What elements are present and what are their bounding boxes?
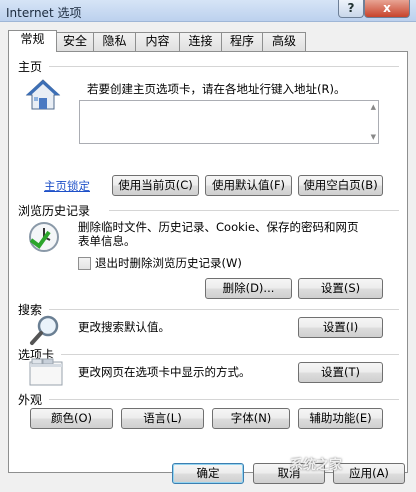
use-current-button[interactable]: 使用当前页(C) (112, 175, 199, 196)
section-divider (49, 309, 399, 310)
ok-button[interactable]: 确定 (172, 463, 244, 484)
delete-on-exit-checkbox[interactable] (78, 257, 91, 270)
delete-on-exit-label[interactable]: 退出时删除浏览历史记录(W) (95, 256, 242, 271)
tab-privacy[interactable]: 隐私 (93, 32, 136, 51)
tabs-window-icon (29, 358, 63, 386)
window-title: Internet 选项 (6, 6, 82, 20)
tab-security[interactable]: 安全 (56, 32, 94, 51)
title-bar: Internet 选项 ? x (0, 0, 416, 22)
tabs-description: 更改网页在选项卡中显示的方式。 (78, 365, 251, 379)
home-lock-link[interactable]: 主页锁定 (44, 178, 90, 194)
close-button[interactable]: x (364, 0, 410, 18)
history-clock-icon (29, 222, 59, 252)
scroll-down-icon[interactable]: ▼ (371, 133, 376, 141)
history-description-line2: 表单信息。 (78, 234, 136, 248)
tab-connections[interactable]: 连接 (179, 32, 222, 51)
section-divider (61, 354, 399, 355)
section-divider (49, 399, 399, 400)
watermark: 系统之家 (290, 458, 343, 473)
home-section-title: 主页 (18, 60, 43, 74)
search-settings-button[interactable]: 设置(I) (298, 317, 383, 338)
home-url-textarea[interactable]: ▲ ▼ (79, 100, 379, 144)
appearance-section-title: 外观 (18, 393, 43, 407)
scroll-up-icon[interactable]: ▲ (371, 103, 376, 111)
use-blank-button[interactable]: 使用空白页(B) (298, 175, 383, 196)
use-default-button[interactable]: 使用默认值(F) (205, 175, 292, 196)
history-description-line1: 删除临时文件、历史记录、Cookie、保存的密码和网页 (78, 220, 359, 234)
tabs-settings-button[interactable]: 设置(T) (298, 362, 383, 383)
magnifier-icon (30, 315, 59, 345)
general-panel: 主页 若要创建主页选项卡，请在各地址行键入地址(R)。 ▲ ▼ 主页锁定 使用当… (8, 51, 408, 473)
history-section-title: 浏览历史记录 (18, 204, 91, 218)
home-icon (25, 79, 61, 110)
dialog-client: 常规 安全 隐私 内容 连接 程序 高级 主页 若要创建主页选项卡，请在各地址行… (0, 22, 416, 492)
colors-button[interactable]: 颜色(O) (30, 408, 113, 429)
apply-button[interactable]: 应用(A) (333, 463, 405, 484)
delete-history-button[interactable]: 删除(D)... (205, 278, 292, 299)
help-button[interactable]: ? (338, 0, 364, 18)
tab-general[interactable]: 常规 (8, 30, 57, 52)
tab-content[interactable]: 内容 (135, 32, 180, 51)
section-divider (49, 66, 399, 67)
languages-button[interactable]: 语言(L) (121, 408, 204, 429)
history-settings-button[interactable]: 设置(S) (298, 278, 383, 299)
accessibility-button[interactable]: 辅助功能(E) (298, 408, 383, 429)
section-divider (109, 210, 399, 211)
home-description: 若要创建主页选项卡，请在各地址行键入地址(R)。 (87, 82, 346, 96)
search-description: 更改搜索默认值。 (78, 320, 170, 334)
tab-programs[interactable]: 程序 (221, 32, 263, 51)
tab-advanced[interactable]: 高级 (262, 32, 306, 51)
fonts-button[interactable]: 字体(N) (212, 408, 290, 429)
